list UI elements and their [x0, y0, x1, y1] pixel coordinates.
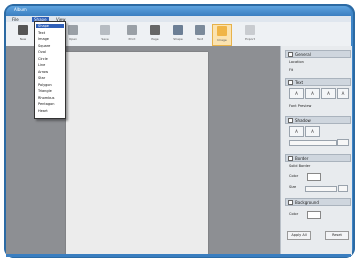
general-checkbox[interactable]: [288, 52, 293, 57]
apply-all-button[interactable]: Apply All: [287, 231, 311, 240]
background-color-swatch[interactable]: [307, 211, 321, 219]
menu-option[interactable]: Rhombus: [38, 96, 54, 100]
text-icon: [195, 25, 205, 35]
menu-option[interactable]: Text: [38, 31, 45, 35]
menu-option[interactable]: Image: [38, 37, 49, 41]
fit-label: Fit: [289, 68, 294, 72]
text-style-button-4[interactable]: A: [337, 88, 349, 99]
properties-panel: General Location Fit Text A A A A Font P…: [280, 46, 352, 255]
location-label: Location: [289, 60, 304, 64]
new-icon: [18, 25, 28, 35]
tool-label: Open: [68, 37, 77, 41]
background-section-header[interactable]: Background: [285, 198, 351, 206]
save-icon: [100, 25, 110, 35]
border-color-swatch[interactable]: [307, 173, 321, 181]
background-checkbox[interactable]: [288, 200, 293, 205]
screenshot-frame: Album File Shape View New Open Save Prin…: [0, 0, 359, 264]
new-button[interactable]: New: [14, 24, 32, 44]
tool-label: Text: [196, 37, 204, 41]
print-icon: [127, 25, 137, 35]
export-button[interactable]: Export: [241, 24, 259, 44]
shadow-button-2[interactable]: A: [305, 126, 320, 137]
menu-option[interactable]: Line: [38, 63, 45, 67]
document-page[interactable]: [66, 52, 208, 255]
background-color-label: Color: [289, 212, 299, 216]
shadow-checkbox[interactable]: [288, 118, 293, 123]
text-section-header[interactable]: Text: [285, 78, 351, 86]
open-icon: [68, 25, 78, 35]
border-color-label: Color: [289, 174, 299, 178]
tool-label: New: [19, 37, 27, 41]
menu-option[interactable]: Arrow: [38, 70, 48, 74]
text-style-button-1[interactable]: A: [289, 88, 304, 99]
menu-option[interactable]: Heart: [38, 109, 48, 113]
page-icon: [150, 25, 160, 35]
menu-option[interactable]: Polygon: [38, 83, 52, 87]
open-button[interactable]: Open: [64, 24, 82, 44]
export-icon: [245, 25, 255, 35]
text-title: Text: [295, 79, 304, 85]
menu-option[interactable]: Square: [38, 44, 50, 48]
general-title: General: [295, 51, 311, 57]
text-style-button-2[interactable]: A: [305, 88, 320, 99]
border-size-slider[interactable]: [305, 186, 337, 192]
border-section-header[interactable]: Border: [285, 154, 351, 162]
print-button[interactable]: Print: [123, 24, 141, 44]
general-section-header[interactable]: General: [285, 50, 351, 58]
border-title: Border: [295, 155, 309, 161]
image-button[interactable]: Image: [212, 24, 232, 46]
status-bar: [6, 254, 351, 257]
shape-menu-dropdown: Shape Text Image Square Oval Circle Line…: [34, 21, 66, 119]
font-preview-label: Font Preview: [289, 104, 312, 108]
window-title: Album: [14, 7, 27, 12]
save-button[interactable]: Save: [96, 24, 114, 44]
menu-file[interactable]: File: [12, 17, 19, 22]
tool-label: Print: [128, 37, 136, 41]
shadow-value-box[interactable]: [337, 139, 349, 146]
image-icon: [217, 26, 227, 36]
tool-label: Save: [101, 37, 109, 41]
shadow-section-header[interactable]: Shadow: [285, 116, 351, 124]
border-size-box[interactable]: [338, 185, 348, 192]
reset-button[interactable]: Reset: [325, 231, 349, 240]
menu-option[interactable]: Circle: [38, 57, 48, 61]
text-button[interactable]: Text: [191, 24, 209, 44]
shadow-button-1[interactable]: A: [289, 126, 304, 137]
shadow-title: Shadow: [295, 117, 311, 123]
menu-option[interactable]: Triangle: [38, 89, 52, 93]
text-style-button-3[interactable]: A: [321, 88, 336, 99]
menu-option[interactable]: Star: [38, 76, 45, 80]
shadow-slider[interactable]: [289, 140, 337, 146]
border-checkbox[interactable]: [288, 156, 293, 161]
menu-option[interactable]: Pentagon: [38, 102, 54, 106]
menu-option[interactable]: Shape: [36, 24, 64, 28]
background-title: Background: [295, 199, 319, 205]
tool-label: Page: [151, 37, 159, 41]
tool-label: Export: [245, 37, 255, 41]
text-checkbox[interactable]: [288, 80, 293, 85]
menu-option[interactable]: Oval: [38, 50, 46, 54]
border-size-label: Size: [289, 185, 297, 189]
shape-icon: [173, 25, 183, 35]
title-bar: Album: [6, 6, 351, 16]
shape-button[interactable]: Shape: [169, 24, 187, 44]
tool-label: Shape: [173, 37, 183, 41]
solid-border-label: Solid Border: [289, 164, 311, 168]
tool-label: Image: [217, 38, 227, 42]
page-button[interactable]: Page: [146, 24, 164, 44]
